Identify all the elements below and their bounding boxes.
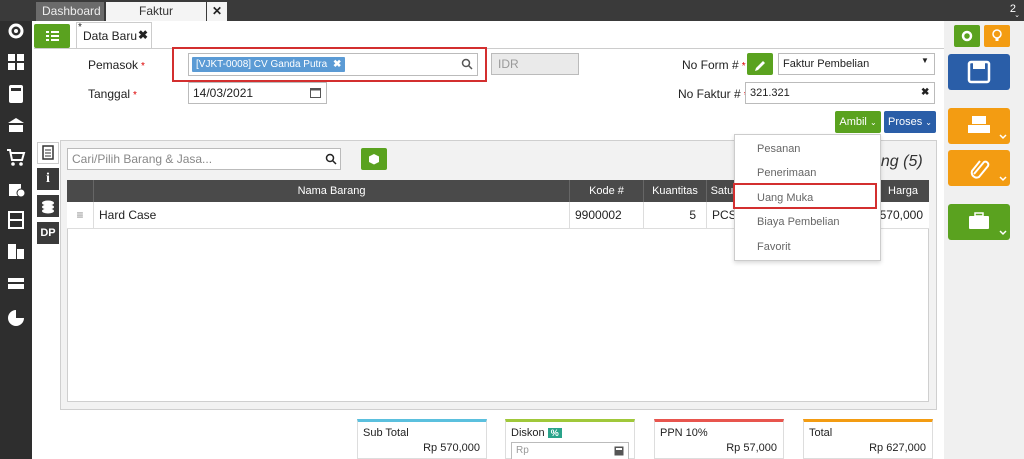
no-form-select[interactable]: Faktur Pembelian bbox=[778, 53, 935, 75]
search-icon[interactable] bbox=[461, 58, 473, 70]
pemasok-chip-label: [VJKT-0008] CV Ganda Putra bbox=[196, 59, 328, 70]
ppn-card: PPN 10% Rp 57,000 bbox=[654, 419, 784, 459]
no-faktur-field[interactable]: 321.321 bbox=[745, 82, 935, 104]
calendar-icon[interactable] bbox=[310, 87, 321, 98]
close-icon[interactable]: ✖ bbox=[138, 28, 148, 42]
edit-button[interactable] bbox=[747, 53, 773, 75]
calculator-icon[interactable] bbox=[614, 446, 624, 456]
cube-icon bbox=[369, 154, 379, 165]
ambil-label: Ambil bbox=[839, 116, 867, 128]
diskon-card: Diskon % Rp bbox=[505, 419, 635, 459]
chevron-down-icon: ⌄ bbox=[869, 118, 877, 127]
coins-icon bbox=[42, 200, 54, 214]
archive-icon[interactable] bbox=[6, 210, 26, 230]
percent-badge[interactable]: % bbox=[547, 428, 562, 438]
menu-item-penerimaan[interactable]: Penerimaan bbox=[757, 167, 816, 179]
total-value: Rp 627,000 bbox=[869, 442, 926, 454]
add-item-button[interactable] bbox=[361, 148, 387, 170]
pemasok-chip[interactable]: [VJKT-0008] CV Ganda Putra ✖ bbox=[192, 57, 346, 72]
ppn-label: PPN 10% bbox=[660, 427, 708, 439]
top-tab-bar: Dashboard Faktur Pembelian ✕ 2 ⌄ bbox=[0, 0, 1024, 37]
proses-label: Proses bbox=[887, 116, 923, 128]
document-icon bbox=[42, 145, 54, 160]
tips-button[interactable] bbox=[984, 25, 1010, 47]
subtotal-value: Rp 570,000 bbox=[423, 442, 480, 454]
settings-button[interactable] bbox=[954, 25, 980, 47]
calculator-icon[interactable] bbox=[6, 84, 26, 104]
right-action-bar bbox=[944, 21, 1024, 459]
gear-icon bbox=[961, 30, 973, 42]
diskon-input[interactable]: Rp bbox=[511, 442, 629, 459]
dropdown-caret-icon[interactable]: ▼ bbox=[921, 56, 929, 65]
diskon-label: Diskon % bbox=[511, 427, 562, 439]
toolbox-button[interactable] bbox=[948, 204, 1010, 240]
column-handle bbox=[67, 180, 94, 202]
ambil-button[interactable]: Ambil ⌄ bbox=[835, 111, 881, 133]
menu-item-favorit[interactable]: Favorit bbox=[757, 241, 791, 253]
tab-dashboard[interactable]: Dashboard bbox=[36, 2, 104, 21]
money-icon[interactable] bbox=[6, 273, 26, 293]
chevron-down-icon[interactable]: ⌄ bbox=[1014, 11, 1020, 19]
subtotal-card: Sub Total Rp 570,000 bbox=[357, 419, 487, 459]
save-button[interactable] bbox=[948, 54, 1010, 90]
cell-kode: 9900002 bbox=[570, 202, 644, 229]
tab-dp[interactable]: DP bbox=[37, 222, 59, 244]
ppn-value: Rp 57,000 bbox=[726, 442, 777, 454]
bag-add-icon[interactable] bbox=[6, 178, 26, 198]
divider bbox=[34, 48, 944, 49]
tab-faktur-pembelian[interactable]: Faktur Pembelian bbox=[106, 2, 206, 37]
gear-icon[interactable] bbox=[6, 21, 26, 41]
currency-field: IDR bbox=[491, 53, 579, 75]
menu-item-biaya-pembelian[interactable]: Biaya Pembelian bbox=[757, 216, 840, 228]
subtotal-label: Sub Total bbox=[363, 427, 409, 439]
briefcase-icon bbox=[969, 212, 1007, 236]
uang-muka-highlight bbox=[733, 183, 877, 209]
cell-nama: Hard Case bbox=[94, 202, 570, 229]
cell-harga: 570,000 bbox=[879, 208, 923, 222]
no-form-label: No Form # * bbox=[682, 58, 746, 72]
search-icon[interactable] bbox=[325, 153, 337, 165]
total-label: Total bbox=[809, 427, 833, 439]
close-tab-icon[interactable]: ✕ bbox=[207, 2, 227, 21]
tab-items[interactable] bbox=[37, 142, 59, 164]
print-button[interactable] bbox=[948, 108, 1010, 144]
pie-chart-icon[interactable] bbox=[6, 308, 26, 328]
grid-icon[interactable] bbox=[6, 52, 26, 72]
proses-button[interactable]: Proses ⌄ bbox=[884, 111, 936, 133]
building-icon[interactable] bbox=[6, 241, 26, 261]
menu-item-pesanan[interactable]: Pesanan bbox=[757, 143, 800, 155]
list-button[interactable] bbox=[34, 24, 70, 48]
column-nama-barang[interactable]: Nama Barang bbox=[94, 180, 570, 202]
clear-icon[interactable]: ✖ bbox=[921, 87, 929, 98]
floppy-disk-icon bbox=[967, 60, 991, 84]
pemasok-label: Pemasok * bbox=[88, 58, 145, 72]
cell-kuantitas: 5 bbox=[644, 202, 707, 229]
chip-remove-icon[interactable]: ✖ bbox=[333, 59, 341, 70]
left-sidebar bbox=[0, 21, 32, 459]
column-harga[interactable]: Harga bbox=[877, 180, 929, 202]
bank-icon[interactable] bbox=[6, 115, 26, 135]
column-kuantitas[interactable]: Kuantitas bbox=[644, 180, 707, 202]
paperclip-icon bbox=[970, 160, 1007, 182]
tab-data-baru-label: Data Baru bbox=[83, 29, 138, 43]
attachment-button[interactable] bbox=[948, 150, 1010, 186]
column-kode[interactable]: Kode # bbox=[570, 180, 644, 202]
list-icon bbox=[46, 31, 59, 41]
printer-icon bbox=[968, 116, 1007, 140]
tab-info[interactable]: i bbox=[37, 168, 59, 190]
drag-handle-icon[interactable]: ≡ bbox=[67, 202, 94, 229]
item-search-input[interactable]: Cari/Pilih Barang & Jasa... bbox=[67, 148, 341, 170]
total-card: Total Rp 627,000 bbox=[803, 419, 933, 459]
chevron-down-icon: ⌄ bbox=[925, 118, 932, 127]
cart-icon[interactable] bbox=[6, 147, 26, 167]
no-faktur-label: No Faktur #* bbox=[678, 87, 748, 101]
tanggal-field[interactable]: 14/03/2021 bbox=[188, 82, 327, 104]
lightbulb-icon bbox=[992, 29, 1002, 41]
unsaved-marker: * bbox=[78, 22, 82, 33]
tab-coins[interactable] bbox=[37, 195, 59, 217]
tanggal-label: Tanggal * bbox=[88, 87, 137, 101]
pencil-icon bbox=[755, 61, 765, 71]
